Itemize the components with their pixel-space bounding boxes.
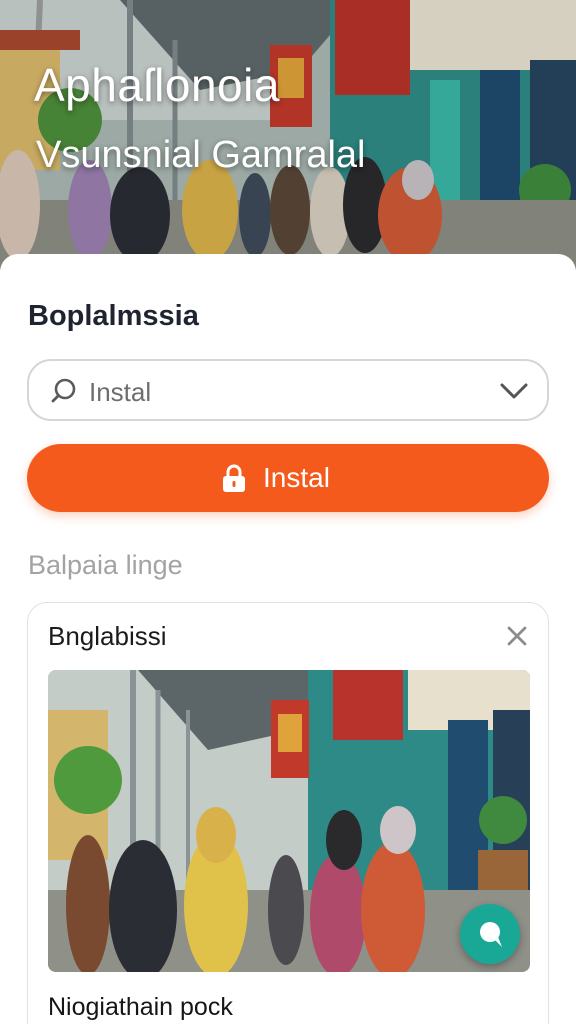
- section-heading: Boplalmssia: [28, 300, 199, 332]
- search-value: Instal: [89, 377, 152, 407]
- market-street-photo: [48, 670, 530, 972]
- search-icon: [51, 378, 76, 403]
- chat-search-icon: [480, 922, 502, 947]
- card-photo[interactable]: [48, 670, 530, 972]
- card-title: Bnglabissi: [48, 621, 167, 651]
- hero-title: Aphaſlonoia: [34, 59, 280, 111]
- card-caption: Niogiathain pock: [48, 993, 233, 1021]
- preview-card: Bnglabissi Niogiathain pock: [27, 602, 549, 1024]
- chevron-down-icon[interactable]: [499, 379, 529, 403]
- lock-icon: [223, 464, 245, 492]
- subheading: Balpaia linge: [28, 550, 183, 580]
- hero-banner: Aphaſlonoia Vsunsnial Gamralal: [0, 0, 576, 270]
- search-select[interactable]: Instal: [27, 359, 549, 421]
- install-button[interactable]: Instal: [27, 444, 549, 512]
- hero-subtitle: Vsunsnial Gamralal: [36, 134, 366, 176]
- install-button-label: Instal: [263, 462, 330, 493]
- close-icon[interactable]: [506, 625, 528, 647]
- chat-search-fab[interactable]: [460, 904, 520, 964]
